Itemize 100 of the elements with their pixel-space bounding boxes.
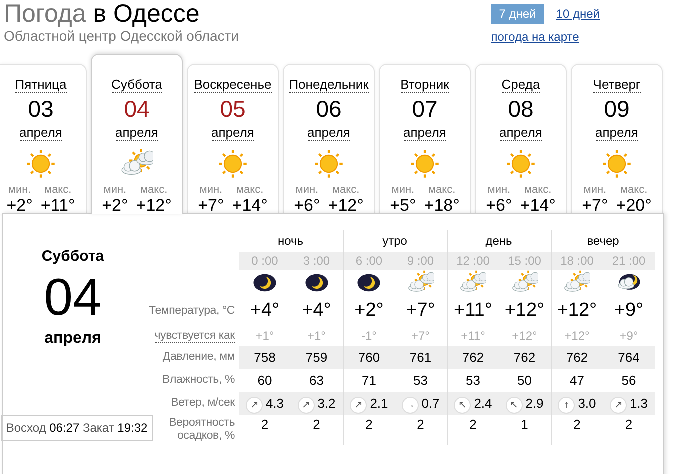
day-number: 06 bbox=[315, 94, 343, 122]
pressure: 762 bbox=[462, 350, 484, 365]
min-temp: +5° bbox=[390, 196, 416, 216]
precipitation: 2 bbox=[470, 417, 477, 432]
day-tab[interactable]: Воскресенье 05 апреля мин. +7° макс. +14° bbox=[187, 64, 279, 214]
max-temp: +18° bbox=[424, 196, 460, 216]
max-label: макс. bbox=[235, 184, 265, 196]
hour-label: 9 :00 bbox=[407, 254, 434, 268]
hour-label: 18 :00 bbox=[560, 254, 594, 268]
wind-speed: 0.7 bbox=[422, 396, 440, 410]
humidity: 56 bbox=[622, 372, 636, 388]
feels-like: +12° bbox=[564, 329, 590, 343]
max-temp: +11° bbox=[40, 196, 76, 216]
city-name: в Одессе bbox=[93, 0, 200, 28]
weekday: Четверг bbox=[593, 77, 641, 93]
max-label: макс. bbox=[619, 184, 649, 196]
sun-icon bbox=[409, 148, 441, 180]
month: апреля bbox=[308, 124, 350, 140]
temperature: +4° bbox=[250, 300, 280, 321]
wind-direction-icon: ↖ bbox=[506, 396, 523, 414]
wind-direction-icon: → bbox=[402, 396, 419, 414]
min-label: мин. bbox=[582, 184, 608, 196]
day-tab[interactable]: Среда 08 апреля мин. +6° макс. +14° bbox=[475, 64, 567, 214]
min-temp: +2° bbox=[102, 196, 128, 216]
period-label: день bbox=[486, 234, 512, 248]
max-temp: +20° bbox=[616, 196, 652, 216]
hour-label: 12 :00 bbox=[456, 254, 490, 268]
wind-speed: 2.4 bbox=[474, 396, 492, 410]
min-label: мин. bbox=[486, 184, 512, 196]
period-label: ночь bbox=[278, 234, 304, 248]
day-number: 07 bbox=[411, 94, 439, 122]
precipitation: 2 bbox=[261, 417, 269, 432]
pressure: 758 bbox=[254, 350, 276, 365]
pressure: 762 bbox=[514, 350, 536, 365]
sun-icon bbox=[217, 148, 249, 180]
sun-times: Восход 06:27 Закат 19:32 bbox=[1, 414, 153, 440]
range-tab[interactable]: 10 дней bbox=[552, 4, 604, 24]
humidity: 47 bbox=[570, 372, 584, 388]
month: апреля bbox=[212, 124, 254, 140]
max-label: макс. bbox=[427, 184, 457, 196]
humidity: 53 bbox=[466, 372, 480, 388]
precipitation: 2 bbox=[313, 417, 320, 432]
precipitation: 2 bbox=[366, 417, 373, 432]
map-link[interactable]: погода на карте bbox=[491, 28, 604, 46]
sun-icon bbox=[313, 148, 345, 180]
day-number: 04 bbox=[123, 94, 151, 122]
max-temp: +12° bbox=[136, 196, 172, 216]
wind-speed: 3.2 bbox=[318, 396, 336, 410]
min-label: мин. bbox=[198, 184, 224, 196]
day-tab[interactable]: Суббота 04 апреля мин. +2° макс. +12° bbox=[91, 54, 183, 214]
min-label: мин. bbox=[7, 184, 32, 196]
humidity: 63 bbox=[310, 372, 324, 388]
feels-like: +11° bbox=[461, 329, 486, 343]
title-word: Погода bbox=[4, 0, 86, 28]
humidity: 60 bbox=[258, 372, 272, 388]
max-temp: +14° bbox=[520, 196, 556, 216]
wind-direction-icon: ↗ bbox=[350, 396, 368, 414]
day-tab[interactable]: Четверг 09 апреля мин. +7° макс. +20° bbox=[571, 64, 663, 214]
max-temp: +12° bbox=[328, 196, 364, 216]
row-label: Давление, мм bbox=[162, 351, 235, 363]
wind-direction-icon: ↗ bbox=[298, 396, 315, 414]
day-number: 04 bbox=[44, 268, 102, 326]
day-number: 08 bbox=[507, 94, 535, 122]
feels-like: +1° bbox=[308, 329, 326, 343]
wind-speed: 2.9 bbox=[526, 396, 544, 410]
hint-label[interactable]: чувствуется как bbox=[154, 330, 235, 342]
month: апреля bbox=[116, 124, 158, 140]
row-label: Влажность, % bbox=[162, 374, 235, 386]
day-tab[interactable]: Понедельник 06 апреля мин. +6° макс. +12° bbox=[283, 64, 375, 214]
humidity: 50 bbox=[518, 372, 532, 388]
max-label: макс. bbox=[523, 184, 553, 196]
month: апреля bbox=[44, 328, 102, 348]
precipitation: 2 bbox=[625, 417, 633, 432]
min-label: мин. bbox=[294, 184, 320, 196]
pressure: 762 bbox=[566, 350, 588, 365]
wind-direction-icon: ↗ bbox=[246, 396, 263, 414]
precipitation: 1 bbox=[521, 417, 528, 432]
sun-icon bbox=[505, 148, 537, 180]
temperature: +7° bbox=[406, 300, 436, 321]
temperature: +2° bbox=[354, 300, 384, 321]
min-temp: +7° bbox=[582, 196, 608, 216]
day-tab[interactable]: Вторник 07 апреля мин. +5° макс. +18° bbox=[379, 64, 471, 214]
day-tab[interactable]: Пятница 03 апреля мин. +2° макс. +11° bbox=[0, 64, 87, 214]
weekday: Суббота bbox=[112, 77, 162, 93]
day-number: 03 bbox=[27, 94, 55, 122]
wind-direction-icon: ↖ bbox=[454, 396, 472, 414]
precipitation: 2 bbox=[574, 417, 581, 432]
max-label: макс. bbox=[331, 184, 361, 196]
weekday: Среда bbox=[502, 77, 540, 93]
feels-like: +7° bbox=[412, 329, 430, 343]
month: апреля bbox=[500, 124, 542, 140]
min-label: мин. bbox=[390, 184, 416, 196]
min-label: мин. bbox=[102, 184, 128, 196]
hour-label: 6 :00 bbox=[356, 254, 383, 268]
max-temp: +14° bbox=[232, 196, 268, 216]
sun-icon bbox=[601, 148, 633, 180]
pressure: 761 bbox=[410, 350, 432, 365]
day-number: 09 bbox=[603, 94, 631, 122]
weekday: Суббота bbox=[42, 247, 104, 267]
feels-like: +1° bbox=[256, 329, 274, 343]
